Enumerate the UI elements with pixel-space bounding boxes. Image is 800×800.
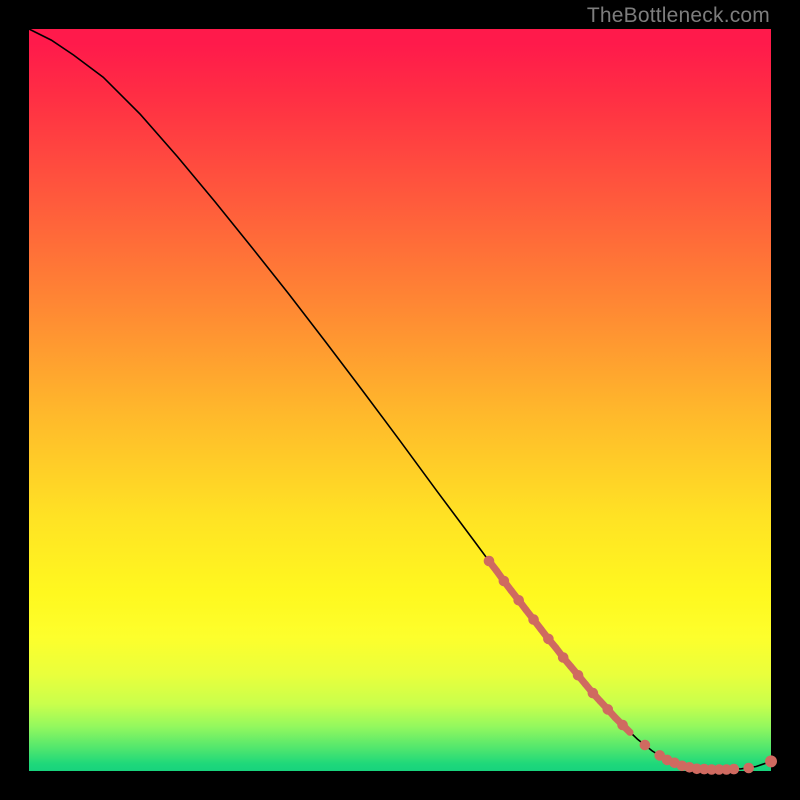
plot-area	[29, 29, 771, 771]
tail-dot	[484, 556, 494, 566]
tail-dot	[529, 615, 539, 625]
bottleneck-curve-line	[29, 29, 771, 770]
tail-dot	[766, 756, 777, 767]
tail-dot	[729, 764, 739, 774]
tail-dot	[744, 763, 754, 773]
tail-dot	[558, 653, 568, 663]
watermark-text: TheBottleneck.com	[587, 4, 770, 28]
tail-dot	[603, 705, 613, 715]
tail-dot	[640, 740, 650, 750]
tail-dot	[514, 596, 524, 606]
tail-dot	[573, 671, 583, 681]
tail-dot	[618, 720, 628, 730]
tail-dot	[499, 576, 509, 586]
chart-svg	[29, 29, 771, 771]
tail-dot	[588, 688, 598, 698]
tail-dot	[544, 634, 554, 644]
chart-frame: TheBottleneck.com	[0, 0, 800, 800]
tail-marker-dots	[484, 556, 776, 774]
